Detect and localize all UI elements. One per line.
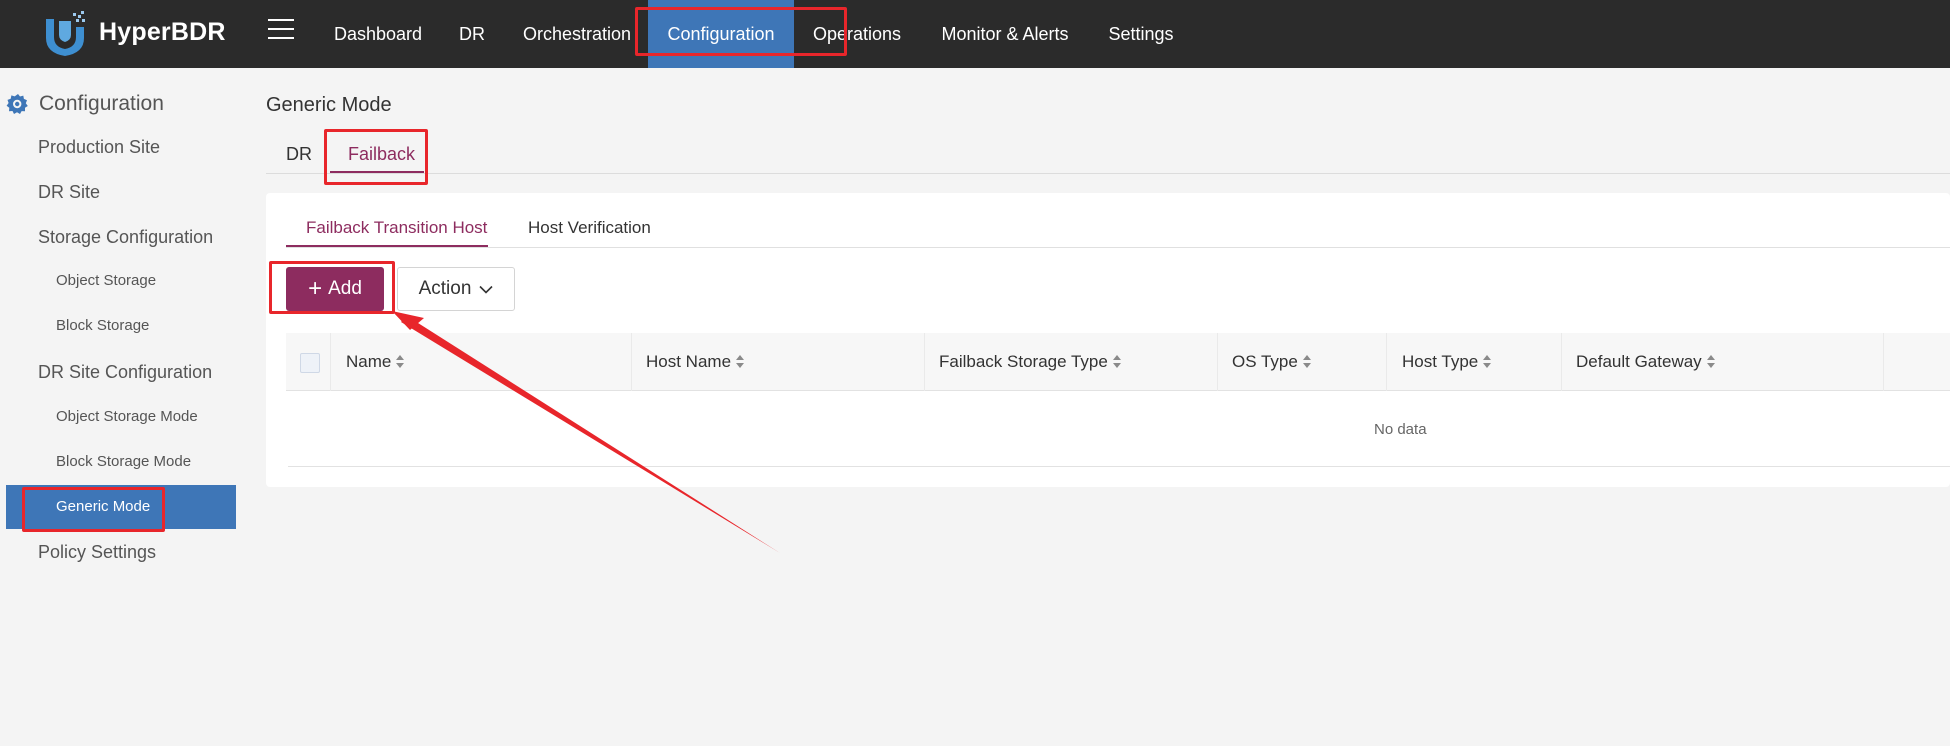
table-bottom-border [288,466,1950,467]
sidebar-item-storage-configuration[interactable]: Storage Configuration [38,227,213,248]
chevron-down-icon [479,285,493,294]
sort-icon [1483,354,1492,369]
sidebar-item-production-site[interactable]: Production Site [38,137,160,158]
column-divider [1883,333,1884,391]
add-button-label: Add [328,278,362,299]
brand-name: HyperBDR [99,18,226,46]
column-divider [1386,333,1387,391]
sidebar-item-block-storage-mode[interactable]: Block Storage Mode [56,453,191,470]
column-header-label: Failback Storage Type [939,352,1108,371]
active-tab-indicator [330,171,424,173]
column-header-label: Default Gateway [1576,352,1702,371]
sort-icon [1302,354,1311,369]
active-subtab-indicator [286,245,488,247]
tabs-divider [266,173,1950,174]
nav-operations[interactable]: Operations [800,0,914,68]
top-navigation-bar: HyperBDR Dashboard DR Orchestration Conf… [0,0,1950,68]
column-header-default-gateway[interactable]: Default Gateway [1576,333,1715,391]
sort-icon [1112,354,1121,369]
page-title: Generic Mode [266,94,392,116]
nav-monitor-alerts[interactable]: Monitor & Alerts [932,0,1078,68]
sidebar-title: Configuration [39,92,164,115]
sidebar-header: Configuration [6,89,164,119]
sort-icon [736,354,745,369]
sort-icon [396,354,405,369]
column-divider [1217,333,1218,391]
column-header-label: Host Type [1402,352,1479,371]
select-all-checkbox[interactable] [300,353,320,373]
nav-dashboard[interactable]: Dashboard [318,0,438,68]
nav-dr[interactable]: DR [448,0,496,68]
sidebar-item-object-storage[interactable]: Object Storage [56,272,156,289]
nav-orchestration[interactable]: Orchestration [510,0,644,68]
column-divider [924,333,925,391]
failback-card: Failback Transition Host Host Verificati… [266,193,1950,487]
column-header-host-type[interactable]: Host Type [1402,333,1492,391]
tab-failback[interactable]: Failback [348,144,415,165]
sidebar-item-policy-settings[interactable]: Policy Settings [38,542,156,563]
column-header-failback-storage-type[interactable]: Failback Storage Type [939,333,1121,391]
hyperbdr-logo [46,11,85,56]
sidebar-item-object-storage-mode[interactable]: Object Storage Mode [56,408,198,425]
sidebar-item-dr-site[interactable]: DR Site [38,182,100,203]
empty-table-message: No data [1374,421,1427,438]
tab-dr[interactable]: DR [286,144,312,165]
gear-icon [6,94,28,114]
subtabs-divider [286,247,1950,248]
sidebar-item-block-storage[interactable]: Block Storage [56,317,149,334]
sort-icon [1706,354,1715,369]
column-header-label: OS Type [1232,352,1298,371]
nav-configuration[interactable]: Configuration [648,0,794,68]
action-dropdown-label: Action [418,278,472,299]
sidebar-item-generic-mode[interactable]: Generic Mode [6,485,236,529]
add-button[interactable]: + Add [286,267,384,311]
column-divider [1561,333,1562,391]
column-header-label: Name [346,352,392,371]
column-header-host-name[interactable]: Host Name [646,333,745,391]
column-divider [330,333,331,391]
sidebar-item-label: Generic Mode [56,498,151,515]
nav-settings[interactable]: Settings [1100,0,1182,68]
menu-toggle-icon[interactable] [268,19,294,45]
sidebar-item-dr-site-configuration[interactable]: DR Site Configuration [38,362,212,383]
column-header-os-type[interactable]: OS Type [1232,333,1311,391]
plus-icon: + [308,275,323,302]
subtab-failback-transition-host[interactable]: Failback Transition Host [306,218,487,238]
table-header: Name Host Name Failback Storage Type OS … [286,333,1950,391]
column-header-name[interactable]: Name [346,333,405,391]
column-header-label: Host Name [646,352,732,371]
action-dropdown[interactable]: Action [397,267,515,311]
column-divider [631,333,632,391]
subtab-host-verification[interactable]: Host Verification [528,218,651,238]
